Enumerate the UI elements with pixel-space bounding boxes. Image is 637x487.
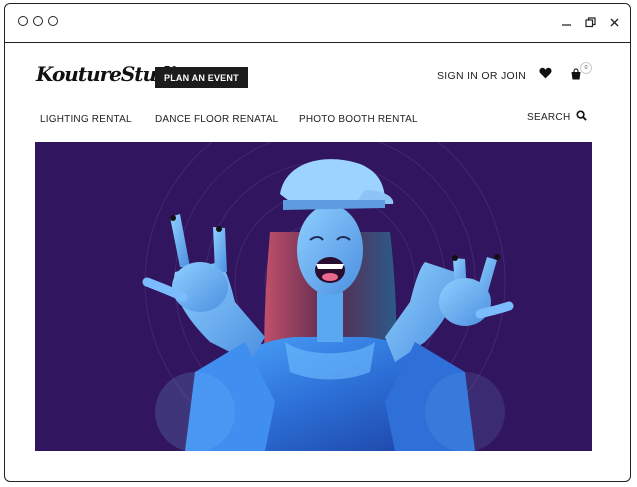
heart-icon[interactable] (539, 66, 552, 82)
cart-count-badge: 0 (580, 62, 592, 74)
traffic-lights (18, 16, 58, 26)
search-button[interactable]: SEARCH (527, 110, 588, 124)
search-label: SEARCH (527, 111, 571, 123)
search-icon (576, 110, 588, 124)
restore-icon[interactable] (582, 14, 598, 30)
hero-banner[interactable] (35, 142, 592, 451)
nav-item-dance-floor-rental[interactable]: DANCE FLOOR RENATAL (155, 114, 278, 125)
window-dot[interactable] (18, 16, 28, 26)
nav-item-photo-booth-rental[interactable]: PHOTO BOOTH RENTAL (299, 114, 418, 125)
window-dot[interactable] (48, 16, 58, 26)
sign-in-link[interactable]: SIGN IN OR JOIN (437, 70, 526, 82)
window-dot[interactable] (33, 16, 43, 26)
nav-item-lighting-rental[interactable]: LIGHTING RENTAL (40, 114, 132, 125)
close-icon[interactable] (606, 14, 622, 30)
title-bar (5, 4, 630, 43)
site-header: KoutureStudios PLAN AN EVENT SIGN IN OR … (0, 40, 637, 135)
hero-image (142, 142, 514, 451)
minimize-icon[interactable] (558, 14, 574, 30)
plan-event-button[interactable]: PLAN AN EVENT (155, 67, 248, 88)
